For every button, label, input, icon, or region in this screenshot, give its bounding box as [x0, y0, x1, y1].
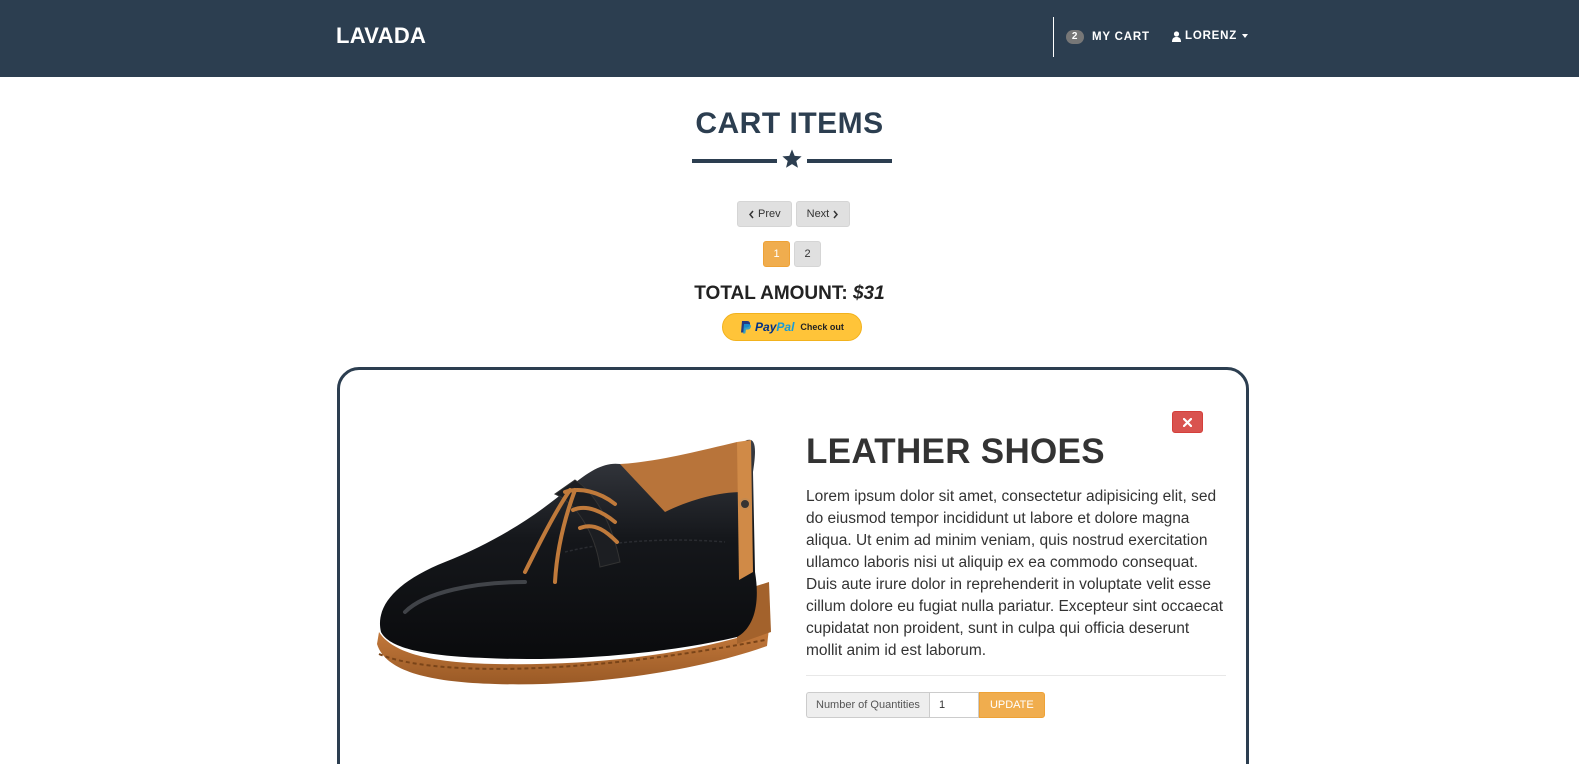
paypal-brand-pay: Pay: [755, 320, 777, 334]
product-description: Lorem ipsum dolor sit amet, consectetur …: [806, 488, 1224, 659]
paypal-logo-icon: [741, 321, 752, 334]
pager: Prev Next: [737, 201, 854, 227]
leather-shoe-image: [365, 432, 775, 702]
user-name: LORENZ: [1185, 30, 1238, 42]
paypal-brand: PayPal: [755, 320, 794, 334]
total-amount: TOTAL AMOUNT: $31: [0, 283, 1579, 305]
total-value: $31: [852, 283, 885, 304]
divider: [806, 675, 1226, 676]
star-divider: [692, 148, 892, 172]
user-icon: [1172, 30, 1181, 42]
page-2-button[interactable]: 2: [794, 241, 821, 267]
chevron-left-icon: [749, 210, 754, 218]
user-menu-dropdown[interactable]: LORENZ: [1172, 30, 1249, 42]
update-button[interactable]: UPDATE: [978, 692, 1045, 718]
star-icon: [782, 149, 802, 168]
nav-divider: [1053, 17, 1054, 57]
cart-count-badge: 2: [1066, 30, 1084, 44]
close-icon: [1183, 417, 1192, 427]
page-1-button[interactable]: 1: [763, 241, 790, 267]
my-cart-link[interactable]: 2 MY CART: [1066, 30, 1150, 44]
page-title: CART ITEMS: [695, 107, 884, 140]
quantity-label: Number of Quantities: [806, 692, 929, 718]
remove-item-button[interactable]: [1172, 411, 1203, 433]
brand-logo[interactable]: LAVADA: [336, 23, 426, 49]
divider-line-left: [692, 159, 777, 163]
paypal-action-label: Check out: [800, 322, 844, 332]
quantity-form: Number of Quantities UPDATE: [806, 692, 1045, 718]
total-label: TOTAL AMOUNT:: [694, 283, 848, 304]
paypal-checkout-button[interactable]: PayPal Check out: [722, 313, 862, 341]
prev-label: Prev: [758, 208, 781, 220]
prev-button[interactable]: Prev: [737, 201, 792, 227]
product-title: LEATHER SHOES: [806, 432, 1105, 471]
pagination: 1 2: [763, 241, 825, 267]
next-button[interactable]: Next: [795, 201, 851, 227]
caret-down-icon: [1242, 34, 1249, 38]
navbar: LAVADA 2 MY CART LORENZ: [0, 0, 1579, 77]
cart-label: MY CART: [1092, 31, 1150, 43]
next-label: Next: [806, 208, 830, 220]
cart-item-card: LEATHER SHOES Lorem ipsum dolor sit amet…: [337, 367, 1249, 764]
quantity-input[interactable]: [928, 692, 979, 718]
chevron-right-icon: [833, 210, 839, 218]
paypal-brand-pal: Pal: [776, 320, 795, 334]
divider-line-right: [807, 159, 892, 163]
